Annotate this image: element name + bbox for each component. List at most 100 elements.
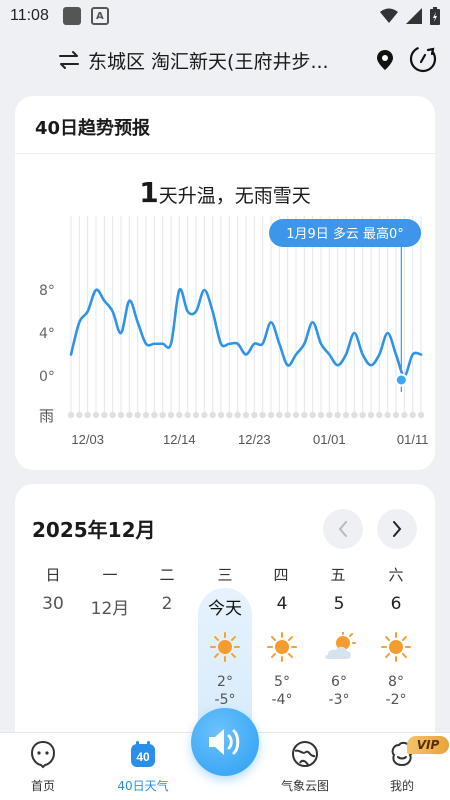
day-label: 6 bbox=[390, 594, 402, 614]
y-tick-label: 8° bbox=[39, 283, 55, 299]
nav-40day[interactable]: 40 40日天气 bbox=[108, 739, 178, 794]
headline-text: 天升温，无雨雪天 bbox=[158, 185, 311, 207]
weekday-row: 日 一 二 三 四 五 六 bbox=[15, 564, 435, 588]
home-icon bbox=[30, 740, 56, 769]
rain-row-label: 雨 bbox=[39, 407, 54, 425]
chevron-left-icon bbox=[338, 521, 347, 537]
day-low-temp: -2° bbox=[385, 692, 407, 708]
status-time: 11:08 bbox=[10, 7, 49, 24]
rain-dot bbox=[92, 411, 100, 419]
rain-dot bbox=[117, 411, 125, 419]
rain-dot bbox=[267, 411, 275, 419]
rain-dot bbox=[192, 411, 200, 419]
rain-dot bbox=[409, 411, 416, 419]
rain-dot bbox=[376, 411, 383, 419]
day-label: 5 bbox=[333, 594, 345, 614]
weekday-wed: 三 bbox=[217, 566, 233, 584]
location-title[interactable]: 东城区 淘汇新天(王府井步... bbox=[88, 47, 358, 74]
rain-dot bbox=[176, 411, 183, 419]
weekday-sat: 六 bbox=[388, 566, 404, 584]
vip-badge[interactable]: VIP bbox=[407, 736, 449, 754]
status-bar: 11:08 A bbox=[0, 0, 450, 32]
day-label: 12月 bbox=[90, 599, 130, 619]
signal-icon bbox=[406, 8, 422, 24]
rain-dot bbox=[159, 411, 166, 419]
calendar-day[interactable]: 2 bbox=[139, 594, 195, 620]
globe-icon bbox=[292, 741, 318, 767]
nav-cloudmap-label: 气象云图 bbox=[280, 779, 329, 793]
rain-dot bbox=[167, 411, 175, 419]
calendar-day[interactable]: 6 8° -2° bbox=[368, 594, 424, 708]
headline-number: 1 bbox=[139, 176, 159, 209]
rain-dot bbox=[334, 411, 341, 419]
rain-dot bbox=[251, 411, 258, 419]
location-header: 东城区 淘汇新天(王府井步... bbox=[0, 38, 450, 84]
weekday-tue: 二 bbox=[159, 566, 175, 584]
day-high-temp: 6° bbox=[331, 674, 347, 690]
rain-dot bbox=[226, 411, 233, 419]
trend-chart[interactable]: 8° 4° 0° 雨 12/03 12/14 12/23 01/01 01/11 1月9日 多云 … bbox=[15, 216, 435, 456]
switch-city-icon[interactable] bbox=[58, 47, 80, 73]
calendar-40-icon: 40 bbox=[131, 741, 155, 767]
rain-dot bbox=[209, 411, 216, 419]
refresh-icon[interactable] bbox=[408, 44, 438, 74]
rain-dot bbox=[401, 411, 408, 419]
rain-dot bbox=[201, 411, 208, 419]
rain-dot bbox=[284, 411, 291, 419]
voice-broadcast-button[interactable] bbox=[191, 708, 259, 776]
partly-cloudy-icon bbox=[311, 630, 367, 664]
next-month-button[interactable] bbox=[377, 509, 417, 549]
day-high-temp: 2° bbox=[217, 674, 233, 690]
weekday-fri: 五 bbox=[330, 566, 346, 584]
wifi-icon bbox=[380, 8, 398, 23]
rain-dot bbox=[326, 411, 333, 419]
calendar-40-badge: 40 bbox=[136, 750, 150, 764]
weekday-thu: 四 bbox=[273, 566, 289, 584]
rain-dot bbox=[392, 411, 400, 419]
rain-dot bbox=[234, 411, 241, 419]
day-label: 2 bbox=[161, 594, 173, 614]
day-high-temp: 5° bbox=[274, 674, 290, 690]
nav-cloudmap[interactable]: 气象云图 bbox=[270, 739, 340, 794]
rain-dot bbox=[84, 411, 91, 419]
rain-dot bbox=[367, 411, 375, 419]
location-pin-icon[interactable] bbox=[376, 49, 394, 71]
chart-tooltip-text: 1月9日 多云 最高0° bbox=[286, 226, 404, 242]
nav-home-label: 首页 bbox=[30, 779, 55, 793]
calendar-day-today[interactable]: 今天 2° -5° bbox=[197, 594, 253, 708]
nav-40day-label: 40日天气 bbox=[117, 779, 169, 793]
trend-card: 40日趋势预报 1天升温，无雨雪天 8° 4° 0° 雨 12/03 12/14 12/23… bbox=[15, 96, 435, 470]
y-tick-label: 4° bbox=[39, 326, 55, 342]
x-tick-label: 12/23 bbox=[238, 432, 271, 447]
rain-dot bbox=[351, 411, 358, 419]
calendar-day[interactable]: 4 5° -4° bbox=[254, 594, 310, 708]
weekday-sun: 日 bbox=[45, 566, 61, 584]
battery-icon bbox=[430, 7, 440, 25]
weekday-mon: 一 bbox=[102, 566, 118, 584]
nav-home[interactable]: 首页 bbox=[8, 739, 78, 794]
day-low-temp: -5° bbox=[214, 692, 236, 708]
rain-dot bbox=[292, 411, 300, 419]
rain-dot bbox=[76, 411, 83, 419]
sun-icon bbox=[197, 630, 253, 664]
rain-dot bbox=[67, 411, 75, 419]
x-tick-label: 01/01 bbox=[313, 432, 346, 447]
divider bbox=[15, 153, 435, 154]
rain-dot bbox=[242, 411, 250, 419]
nav-profile-label: 我的 bbox=[389, 779, 414, 793]
calendar-day[interactable]: 30 bbox=[25, 594, 81, 620]
prev-month-button[interactable] bbox=[323, 509, 363, 549]
calendar-day[interactable]: 12月 bbox=[82, 594, 138, 620]
rain-dot bbox=[309, 411, 316, 419]
trend-headline: 1天升温，无雨雪天 bbox=[15, 176, 435, 209]
speaker-icon bbox=[209, 729, 240, 755]
rain-dot bbox=[142, 411, 150, 419]
rain-dot bbox=[101, 411, 108, 419]
day-label: 30 bbox=[42, 594, 64, 614]
x-tick-label: 12/14 bbox=[163, 432, 196, 447]
sun-icon bbox=[368, 630, 424, 664]
day-label: 4 bbox=[276, 594, 288, 614]
sun-icon bbox=[254, 630, 310, 664]
rain-dot bbox=[384, 411, 391, 419]
calendar-day[interactable]: 5 6° -3° bbox=[311, 594, 367, 708]
